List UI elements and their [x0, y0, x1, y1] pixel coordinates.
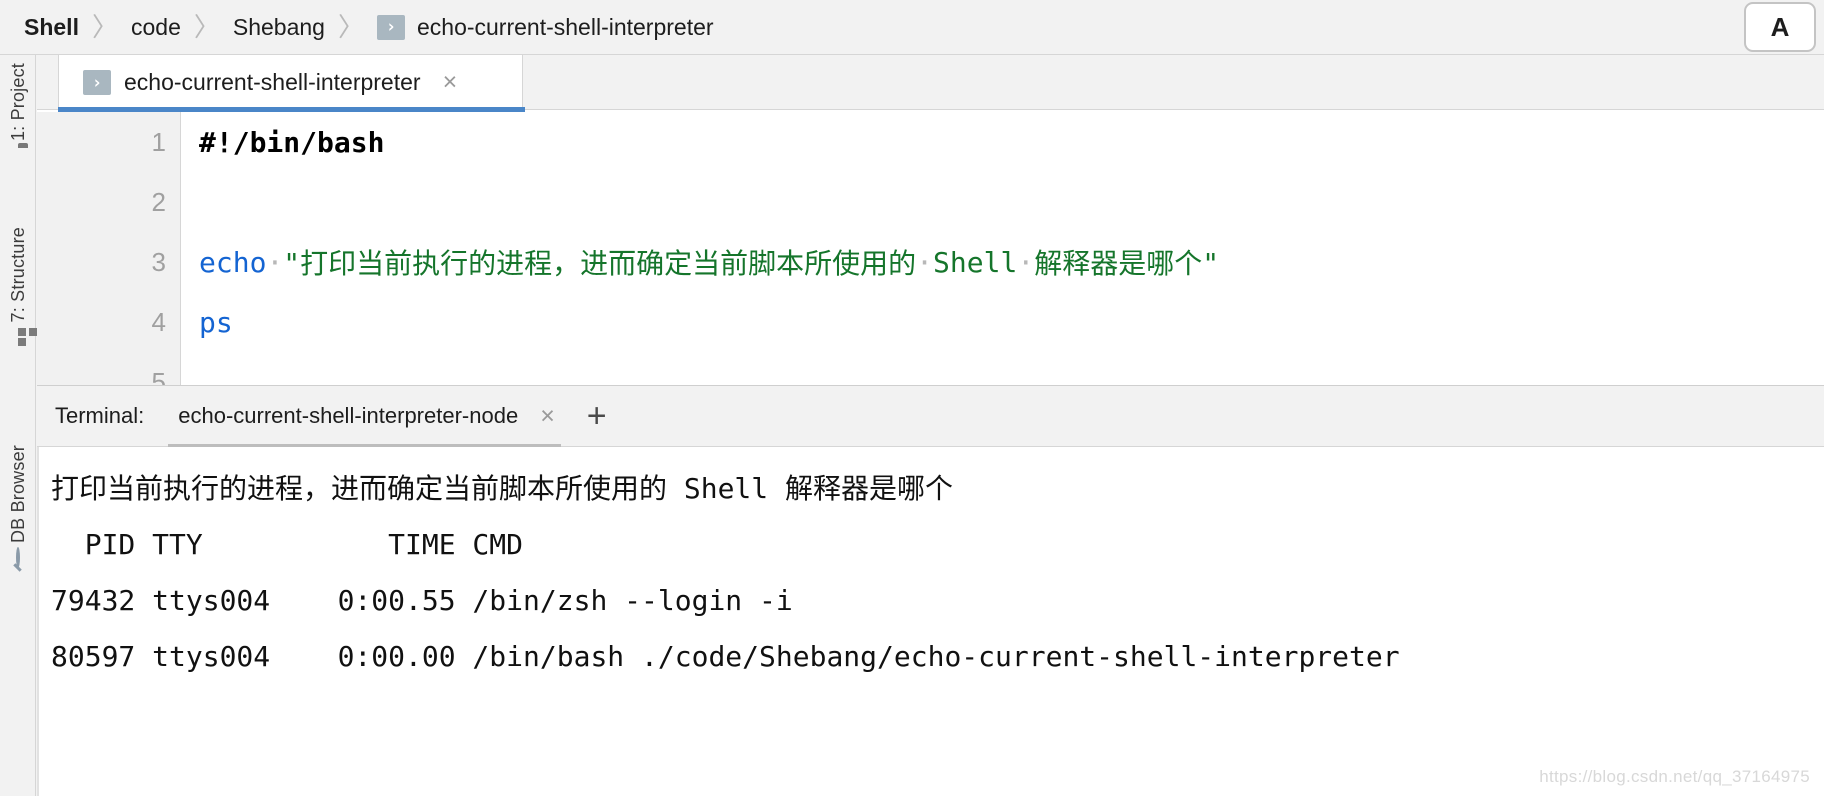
close-icon[interactable]: × [540, 403, 555, 429]
editor-tab-echo-current-shell-interpreter[interactable]: › echo-current-shell-interpreter × [58, 55, 523, 110]
sidebar-item-db-browser[interactable]: DB Browser [0, 445, 36, 569]
breadcrumb-separator: 〉 [91, 12, 118, 42]
whitespace-dot: · [916, 245, 934, 279]
breadcrumb-item-shebang[interactable]: Shebang [233, 14, 325, 41]
breadcrumb-separator: 〉 [337, 12, 364, 42]
line-number: 4 [151, 306, 166, 337]
terminal-panel-title: Terminal: [55, 403, 145, 428]
watermark: https://blog.csdn.net/qq_37164975 [1539, 767, 1810, 786]
breadcrumb-item-shell[interactable]: Shell [24, 14, 79, 41]
gutter-line-1: 1 [37, 112, 224, 172]
code-token: #!/bin/bash [199, 125, 385, 159]
code-token: ps [199, 305, 233, 339]
code-token: Shell [933, 245, 1018, 279]
add-terminal-icon[interactable]: + [587, 399, 607, 433]
script-file-icon: › [83, 70, 111, 95]
terminal-tab-label: echo-current-shell-interpreter-node [178, 403, 519, 428]
breadcrumb-item-code[interactable]: code [131, 14, 181, 41]
code-line-4[interactable]: ps [182, 292, 1824, 352]
sidebar-item-project-label: 1: Project [7, 63, 28, 142]
sidebar-item-structure-label: 7: Structure [7, 227, 28, 323]
ide-window: Shell 〉 code 〉 Shebang 〉 › echo-current-… [0, 0, 1824, 796]
code-line-1[interactable]: #!/bin/bash [182, 112, 1824, 172]
line-number: 1 [151, 126, 166, 157]
code-line-5[interactable] [182, 352, 1824, 385]
terminal-output-line: 79432 ttys004 0:00.55 /bin/zsh --login -… [51, 584, 793, 617]
breadcrumb-separator: 〉 [193, 12, 220, 42]
sidebar-item-structure[interactable]: 7: Structure [0, 227, 37, 347]
whitespace-dot: · [266, 245, 284, 279]
code-token: "打印当前执行的进程，进而确定当前脚本所使用的 [283, 247, 917, 280]
code-editor[interactable]: #!/bin/bash echo · "打印当前执行的进程，进而确定当前脚本所使… [182, 112, 1824, 385]
code-token: echo [199, 245, 267, 279]
editor-tab-label: echo-current-shell-interpreter [124, 69, 421, 95]
terminal-panel: Terminal: echo-current-shell-interpreter… [37, 385, 1824, 796]
code-token: 解释器是哪个" [1034, 247, 1220, 280]
terminal-tab-bar: Terminal: echo-current-shell-interpreter… [37, 386, 1824, 447]
line-number: 2 [151, 186, 166, 217]
editor-pane: › echo-current-shell-interpreter × 1 2 3… [37, 55, 1824, 397]
terminal-output-line: 打印当前执行的进程，进而确定当前脚本所使用的 Shell 解释器是哪个 [51, 472, 954, 505]
editor-gutter[interactable]: 1 2 3 4 5 [37, 112, 224, 397]
close-icon[interactable]: × [443, 70, 458, 95]
gutter-line-4: 4 [37, 292, 180, 352]
sidebar-item-project[interactable]: 1: Project [0, 63, 36, 147]
editor-tab-bar: › echo-current-shell-interpreter × [37, 55, 1824, 112]
breadcrumb-item-file[interactable]: › echo-current-shell-interpreter [376, 13, 714, 41]
gutter-line-3: 3 [37, 232, 180, 292]
breadcrumb: Shell 〉 code 〉 Shebang 〉 › echo-current-… [0, 0, 1824, 55]
whitespace-dot: · [1017, 245, 1035, 279]
tool-window-sidebar: 1: Project 7: Structure DB Browser [0, 55, 37, 796]
analyze-button[interactable]: A [1744, 2, 1816, 52]
line-number: 3 [151, 246, 166, 277]
script-file-icon: › [376, 14, 405, 40]
gutter-line-2: 2 [37, 172, 180, 232]
sidebar-item-db-browser-label: DB Browser [7, 445, 28, 544]
terminal-output[interactable]: 打印当前执行的进程，进而确定当前脚本所使用的 Shell 解释器是哪个 PID … [37, 447, 1824, 796]
breadcrumb-file-label: echo-current-shell-interpreter [416, 13, 714, 40]
database-icon [16, 547, 20, 569]
terminal-output-line: 80597 ttys004 0:00.00 /bin/bash ./code/S… [51, 640, 1400, 673]
terminal-output-line: PID TTY TIME CMD [51, 528, 524, 561]
code-line-3[interactable]: echo · "打印当前执行的进程，进而确定当前脚本所使用的 · Shell ·… [182, 232, 1824, 292]
terminal-tab-echo-current-shell-interpreter-node[interactable]: echo-current-shell-interpreter-node × [168, 386, 561, 447]
code-line-2[interactable] [182, 172, 1824, 232]
